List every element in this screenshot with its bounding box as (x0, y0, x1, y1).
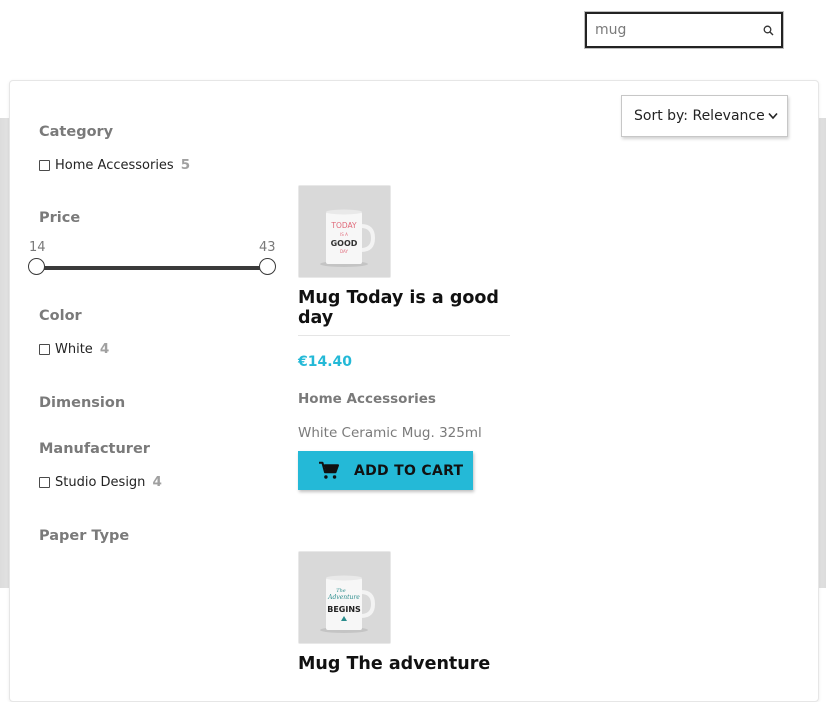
checkbox[interactable] (39, 159, 50, 171)
facet-option-label: Studio Design (55, 474, 146, 490)
mug-image: TODAY IS A GOOD DAY (299, 186, 390, 277)
facet-title-paper-type: Paper Type (39, 528, 130, 544)
mug-text-line: TODAY (330, 221, 357, 230)
mug-text-line: Adventure (327, 594, 360, 601)
facet-title-dimension: Dimension (39, 395, 126, 411)
price-slider-max-handle[interactable] (259, 258, 276, 275)
mug-text-line: GOOD (331, 239, 358, 248)
facet-title-color: Color (39, 308, 82, 324)
mug-text-line: BEGINS (327, 605, 361, 614)
product-price: €14.40 (298, 354, 353, 370)
price-slider-min-handle[interactable] (28, 258, 45, 275)
product-description: White Ceramic Mug. 325ml (298, 425, 482, 441)
product-image[interactable]: TODAY IS A GOOD DAY (298, 185, 391, 278)
facet-option-home-accessories[interactable]: Home Accessories 5 (39, 157, 190, 173)
product-category: Home Accessories (298, 391, 436, 407)
facet-option-count: 4 (152, 474, 162, 490)
price-min-label: 14 (29, 240, 46, 255)
facet-title-price: Price (39, 210, 81, 226)
product-name[interactable]: Mug The adventure (298, 654, 513, 674)
facet-option-count: 5 (180, 157, 191, 173)
mug-text-line: DAY (340, 249, 348, 254)
checkbox[interactable] (39, 476, 50, 488)
cart-icon (319, 461, 339, 479)
facet-option-label: White (55, 341, 93, 357)
facet-option-studio-design[interactable]: Studio Design 4 (39, 474, 162, 490)
sort-label: Sort by: Relevance (634, 108, 765, 124)
facet-title-category: Category (39, 124, 114, 140)
mug-text-line: IS A (340, 232, 348, 237)
mug-image: The Adventure BEGINS (299, 552, 390, 643)
add-to-cart-label: ADD TO CART (354, 462, 464, 479)
facet-option-white[interactable]: White 4 (39, 341, 109, 357)
facet-option-label: Home Accessories (55, 157, 174, 173)
checkbox[interactable] (39, 343, 50, 355)
product-image[interactable]: The Adventure BEGINS (298, 551, 391, 644)
product-name[interactable]: Mug Today is a good day (298, 288, 513, 328)
add-to-cart-button[interactable]: ADD TO CART (298, 451, 473, 490)
sort-select[interactable]: Sort by: Relevance (621, 95, 788, 137)
search-box[interactable] (585, 12, 783, 48)
price-slider-track[interactable] (37, 266, 268, 270)
facet-option-count: 4 (99, 341, 110, 357)
chevron-down-icon (768, 112, 778, 120)
price-max-label: 43 (259, 240, 276, 255)
search-icon[interactable] (763, 25, 774, 36)
product-divider (298, 335, 510, 336)
search-input[interactable] (587, 14, 757, 46)
facet-title-manufacturer: Manufacturer (39, 441, 150, 457)
